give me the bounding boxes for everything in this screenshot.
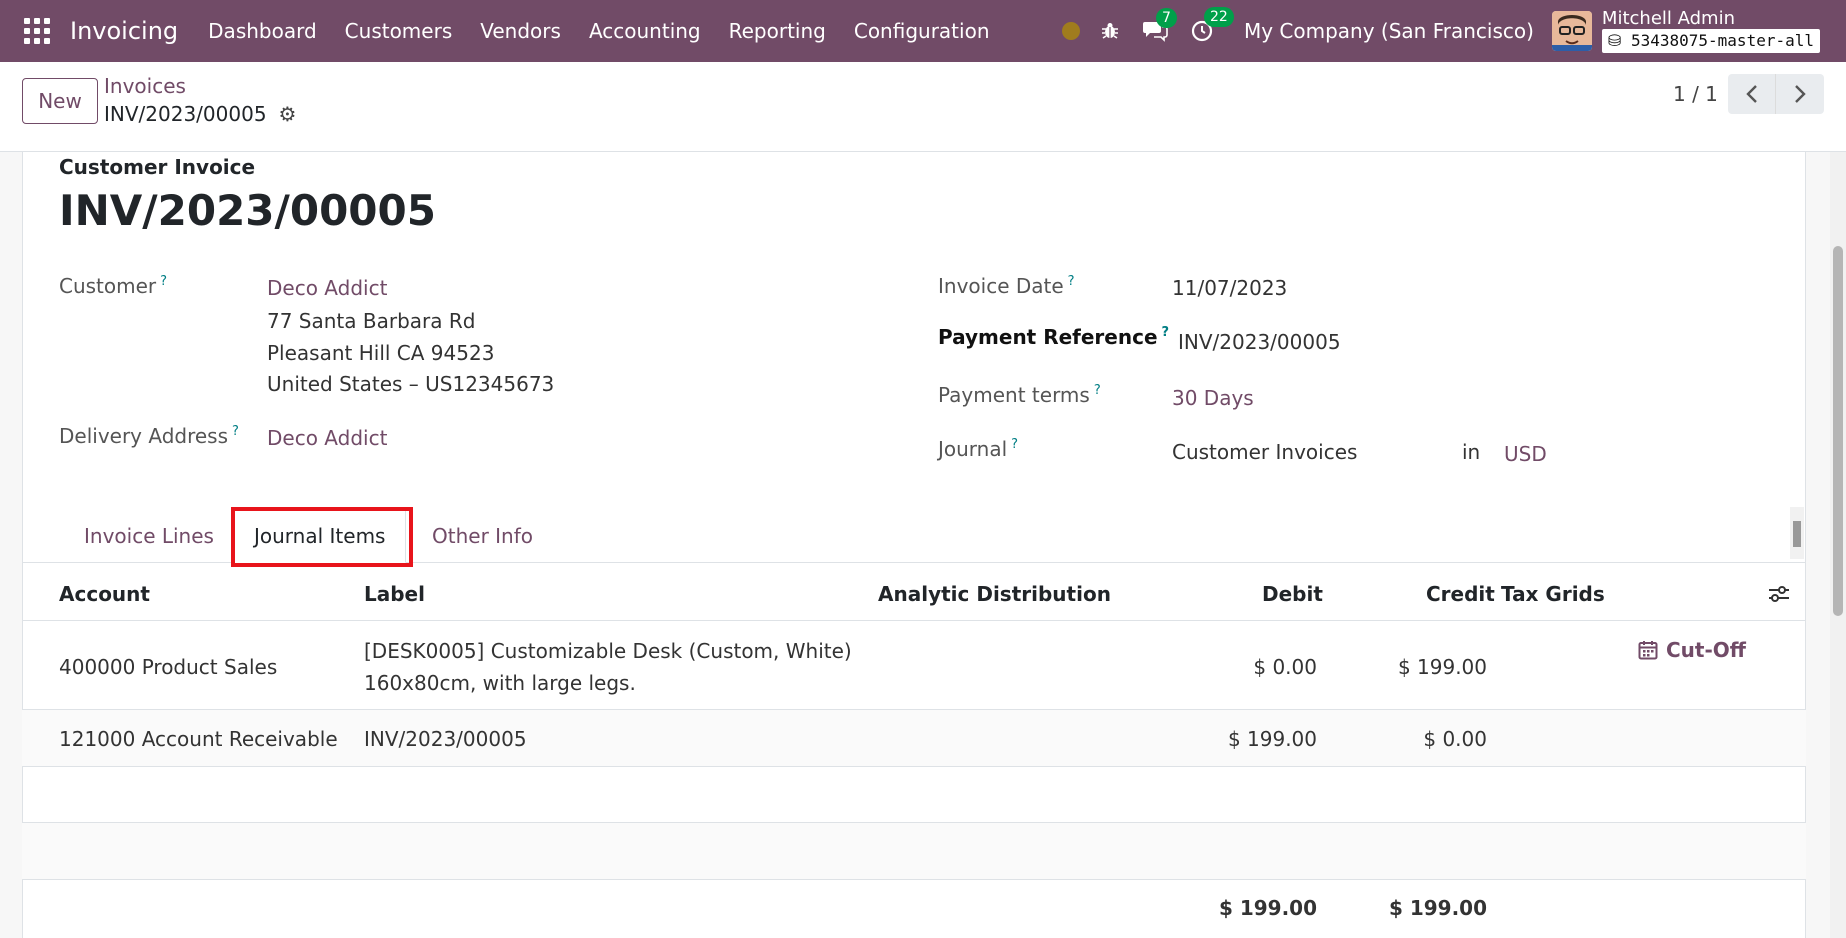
user-avatar[interactable] [1551,11,1592,51]
highlight-box [231,507,413,567]
empty-row [22,823,1806,879]
user-name: Mitchell Admin [1601,8,1735,29]
help-icon[interactable]: ? [1162,325,1170,340]
cut-off-label: Cut-Off [1666,638,1746,662]
messages-count-badge: 7 [1155,8,1177,28]
help-icon[interactable]: ? [1094,383,1101,398]
user-menu[interactable]: Mitchell Admin ⛁ 53438075-master-all [1601,8,1820,53]
pager [1728,74,1824,114]
delivery-address-label-text: Delivery Address [59,424,229,448]
customer-label-text: Customer [59,274,157,298]
delivery-address-label: Delivery Address? [59,424,239,448]
row1-credit[interactable]: $ 199.00 [1370,655,1487,679]
payment-reference-label-text: Payment Reference [938,325,1158,349]
row-divider [22,766,1806,767]
customer-address-line2: Pleasant Hill CA 94523 [267,341,495,365]
total-debit: $ 199.00 [1218,896,1317,920]
activities-count-badge: 22 [1203,7,1234,27]
breadcrumb-invoices[interactable]: Invoices [104,74,186,98]
tabs-scrollbar[interactable] [1790,507,1804,559]
row-divider [22,620,1806,621]
menu-configuration[interactable]: Configuration [840,19,1004,43]
breadcrumb-current-label: INV/2023/00005 [104,102,267,126]
page-scrollbar[interactable] [1830,152,1846,938]
payment-terms-label: Payment terms? [938,383,1101,407]
column-header-analytic[interactable]: Analytic Distribution [878,582,1111,606]
column-header-label[interactable]: Label [364,582,425,606]
help-icon[interactable]: ? [1011,437,1018,452]
debug-bug-icon[interactable] [1100,21,1120,41]
new-button[interactable]: New [22,78,98,124]
top-navbar: Invoicing Dashboard Customers Vendors Ac… [0,0,1846,62]
row2-label[interactable]: INV/2023/00005 [364,727,527,751]
database-tag: ⛁ 53438075-master-all [1601,29,1820,53]
column-header-tax-grids[interactable]: Tax Grids [1501,582,1605,606]
row1-debit[interactable]: $ 0.00 [1200,655,1317,679]
menu-dashboard[interactable]: Dashboard [194,19,331,43]
payment-terms-label-text: Payment terms [938,383,1090,407]
menu-customers[interactable]: Customers [331,19,467,43]
invoice-number-title: INV/2023/00005 [59,186,436,235]
tabs-scrollbar-thumb[interactable] [1793,521,1801,547]
column-header-credit[interactable]: Credit [1426,582,1495,606]
column-settings-icon[interactable] [1768,584,1790,609]
row1-label-line1[interactable]: [DESK0005] Customizable Desk (Custom, Wh… [364,639,852,663]
column-header-account[interactable]: Account [59,582,150,606]
help-icon[interactable]: ? [160,274,167,289]
pager-next-button[interactable] [1776,74,1824,114]
customer-address-line3: United States – US12345673 [267,372,555,396]
gear-icon[interactable]: ⚙ [279,102,297,126]
control-panel: New Invoices INV/2023/00005 ⚙ 1 / 1 [0,62,1846,152]
tab-other-info[interactable]: Other Info [432,509,533,563]
column-header-debit[interactable]: Debit [1262,582,1323,606]
status-dot-icon[interactable] [1061,22,1080,40]
invoice-date-label: Invoice Date? [938,274,1075,298]
page-scrollbar-thumb[interactable] [1833,246,1843,616]
messages-icon[interactable]: 7 [1142,8,1177,42]
journal-in-text: in [1462,440,1481,464]
row-divider [22,879,1806,880]
payment-terms-field[interactable]: 30 Days [1172,386,1254,410]
invoice-date-label-text: Invoice Date [938,274,1064,298]
app-name[interactable]: Invoicing [70,17,178,45]
customer-field[interactable]: Deco Addict [267,276,387,300]
row1-label-line2[interactable]: 160x80cm, with large legs. [364,671,636,695]
document-type: Customer Invoice [59,155,256,179]
pager-value[interactable]: 1 / 1 [1673,82,1718,106]
menu-accounting[interactable]: Accounting [575,19,715,43]
chevron-right-icon [1795,85,1806,103]
help-icon[interactable]: ? [1068,274,1075,289]
customer-address-line1: 77 Santa Barbara Rd [267,309,476,333]
breadcrumb-current: INV/2023/00005 ⚙ [104,102,296,126]
menu-vendors[interactable]: Vendors [466,19,575,43]
row2-debit[interactable]: $ 199.00 [1200,727,1317,751]
invoice-date-field[interactable]: 11/07/2023 [1172,276,1287,300]
activities-clock-icon[interactable]: 22 [1190,7,1234,43]
row2-account[interactable]: 121000 Account Receivable [59,727,338,751]
payment-reference-label: Payment Reference? [938,325,1169,349]
help-icon[interactable]: ? [232,424,239,439]
company-switcher[interactable]: My Company (San Francisco) [1244,19,1534,43]
journal-field[interactable]: Customer Invoices [1172,440,1357,464]
chevron-left-icon [1745,85,1757,103]
calendar-icon [1638,641,1658,660]
total-credit: $ 199.00 [1388,896,1487,920]
row2-credit[interactable]: $ 0.00 [1370,727,1487,751]
customer-label: Customer? [59,274,167,298]
row1-account[interactable]: 400000 Product Sales [59,655,277,679]
journal-label-text: Journal [938,437,1008,461]
pager-previous-button[interactable] [1728,74,1776,114]
cut-off-button[interactable]: Cut-Off [1638,638,1746,662]
app-menu-icon[interactable] [24,18,50,44]
payment-reference-field[interactable]: INV/2023/00005 [1178,330,1341,354]
database-name: 53438075-master-all [1630,31,1814,50]
tab-invoice-lines[interactable]: Invoice Lines [84,509,214,563]
menu-reporting[interactable]: Reporting [715,19,840,43]
currency-field[interactable]: USD [1504,442,1547,466]
journal-label: Journal? [938,437,1018,461]
delivery-address-field[interactable]: Deco Addict [267,426,387,450]
